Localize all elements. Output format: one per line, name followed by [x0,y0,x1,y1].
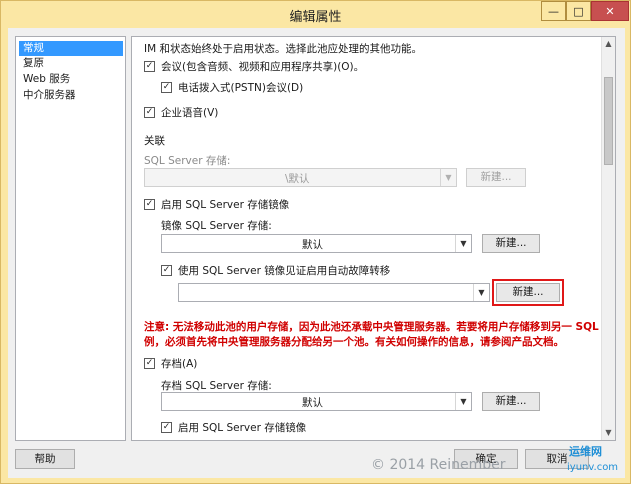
close-button[interactable]: ✕ [591,1,629,21]
watermark-logo: 运维网 [569,445,602,458]
sqlstore-label: SQL Server 存储: [144,155,231,167]
nav-item-mediation-server[interactable]: 中介服务器 [19,88,123,103]
sqlstore-value: \默认 [285,173,310,185]
titlebar: 编辑属性 — □ ✕ [1,1,630,27]
mirror-store-select[interactable]: 默认 ▼ [161,234,472,253]
witness-select[interactable]: ▼ [178,283,490,302]
archive-checkbox[interactable]: ✓ [144,358,155,369]
nav-item-web-services[interactable]: Web 服务 [19,72,123,87]
conferencing-checkbox[interactable]: ✓ [144,61,155,72]
mirror-enable-checkbox[interactable]: ✓ [144,199,155,210]
witness-new-button[interactable]: 新建... [492,279,564,306]
nav-item-general[interactable]: 常规 [19,41,123,56]
minimize-icon: — [548,4,559,18]
settings-panel: IM 和状态始终处于启用状态。选择此池应处理的其他功能。 ✓ 会议(包含音频、视… [131,36,616,441]
mirror-store-new-button[interactable]: 新建... [482,234,540,253]
sqlstore-new-button[interactable]: 新建... [466,168,526,187]
watermark-text: © 2014 Reinember [371,457,506,473]
nav-list: 常规 复原 Web 服务 中介服务器 [15,36,126,441]
mirror-enable-label: 启用 SQL Server 存储镜像 [161,199,290,211]
maximize-button[interactable]: □ [566,1,591,21]
edit-properties-window: 编辑属性 — □ ✕ 常规 复原 Web 服务 中介服务器 IM 和状态始终处于… [0,0,631,484]
warning-line-1: 注意: 无法移动此池的用户存储，因为此池还承载中央管理服务器。若要将用户存储移到… [144,321,613,333]
help-button[interactable]: 帮助 [15,449,75,469]
vertical-scrollbar[interactable]: ▲ ▼ [601,37,615,440]
conferencing-label: 会议(包含音频、视频和应用程序共享)(O)。 [161,61,365,73]
close-icon: ✕ [605,4,615,18]
chevron-down-icon: ▼ [455,235,471,252]
archive-store-label: 存档 SQL Server 存储: [161,380,272,392]
dialin-label: 电话拨入式(PSTN)会议(D) [178,82,304,94]
witness-label: 使用 SQL Server 镜像见证启用自动故障转移 [178,265,391,277]
associations-heading: 关联 [144,135,165,147]
watermark-url: iyunv.com [567,462,619,473]
warning-line-2: 例，必须首先将中央管理服务器分配给另一个池。有关如何操作的信息，请参阅产品文档。 [144,336,564,348]
scroll-up-icon[interactable]: ▲ [602,37,615,51]
minimize-button[interactable]: — [541,1,566,21]
archive-store-value: 默认 [302,397,323,409]
archive-mirror-label: 启用 SQL Server 存储镜像 [178,422,307,434]
mirror-store-value: 默认 [302,239,323,251]
dialin-checkbox[interactable]: ✓ [161,82,172,93]
sqlstore-select[interactable]: \默认 ▼ [144,168,457,187]
chevron-down-icon: ▼ [473,284,489,301]
intro-text: IM 和状态始终处于启用状态。选择此池应处理的其他功能。 [144,43,422,55]
archive-mirror-checkbox[interactable]: ✓ [161,422,172,433]
chevron-down-icon: ▼ [455,393,471,410]
enterprise-voice-label: 企业语音(V) [161,107,219,119]
witness-checkbox[interactable]: ✓ [161,265,172,276]
archive-store-new-button[interactable]: 新建... [482,392,540,411]
mirror-store-label: 镜像 SQL Server 存储: [161,220,272,232]
archive-store-select[interactable]: 默认 ▼ [161,392,472,411]
nav-item-resiliency[interactable]: 复原 [19,56,123,71]
chevron-down-icon: ▼ [440,169,456,186]
window-title: 编辑属性 [289,10,342,25]
archive-label: 存档(A) [161,358,198,370]
enterprise-voice-checkbox[interactable]: ✓ [144,107,155,118]
scroll-thumb[interactable] [604,77,613,165]
scroll-down-icon[interactable]: ▼ [602,426,615,440]
maximize-icon: □ [573,4,584,18]
dialog-client: 常规 复原 Web 服务 中介服务器 IM 和状态始终处于启用状态。选择此池应处… [8,28,625,478]
